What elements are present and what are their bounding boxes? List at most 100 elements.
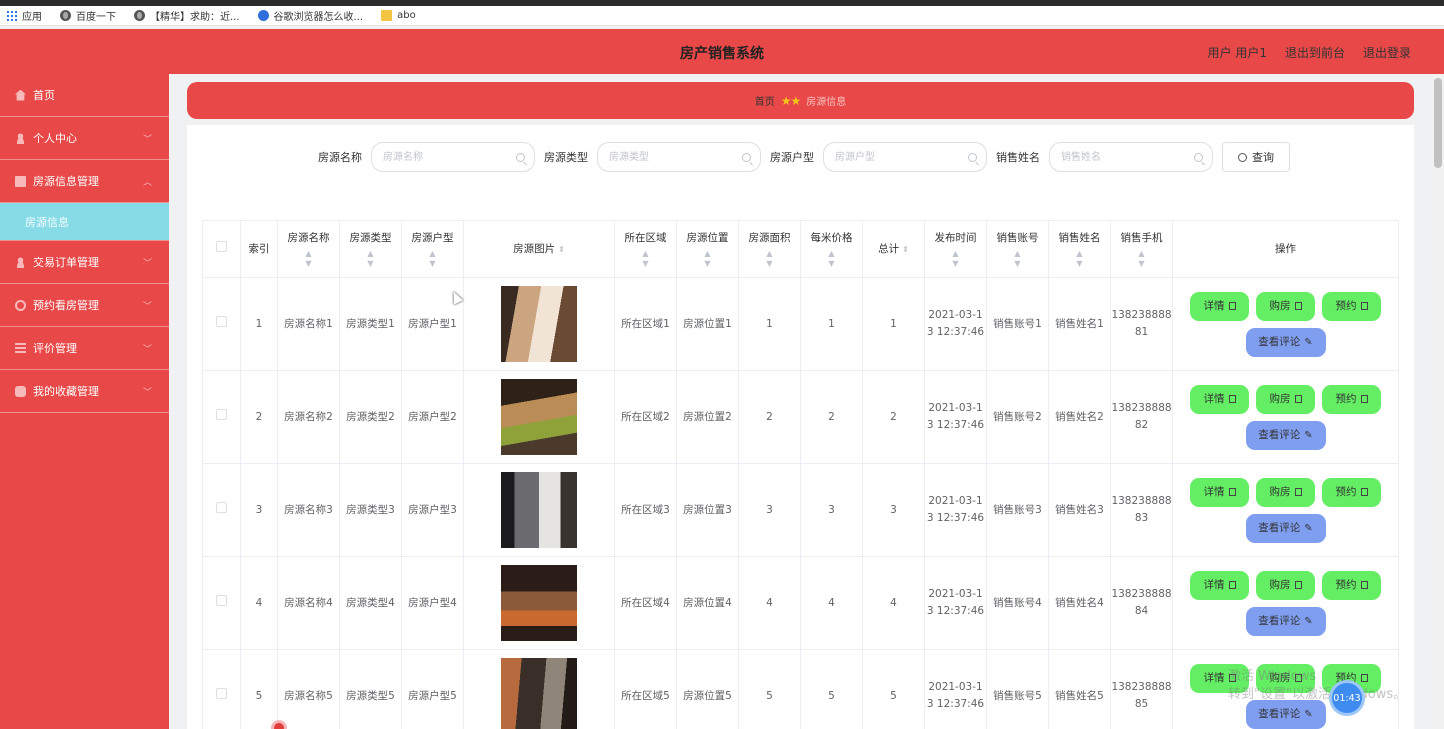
header-size[interactable]: 房源面积 ▲ ▼ <box>738 220 801 278</box>
sort-icon[interactable]: ▲ ▼ <box>1111 249 1172 269</box>
sort-icon[interactable]: ▲ ▼ <box>278 249 339 269</box>
cell-account: 销售账号5 <box>986 649 1049 729</box>
header-total[interactable]: 总计 ⬍ <box>862 220 925 278</box>
checkbox[interactable] <box>216 594 227 606</box>
header-location[interactable]: 房源位置 ▲ ▼ <box>676 220 739 278</box>
view-comments-button[interactable]: 查看评论 ✎ <box>1245 420 1326 450</box>
table-row[interactable]: 3 房源名称3 房源类型3 房源户型3 所在区域3 房源位置3 3 3 3 2021-03-13 … <box>202 463 1399 557</box>
cell-location: 房源位置4 <box>676 556 739 650</box>
sort-icon[interactable]: ▲ ▼ <box>925 249 986 269</box>
search-input-name[interactable] <box>372 143 512 171</box>
reserve-button[interactable]: 预约 <box>1322 384 1381 414</box>
query-button[interactable]: 查询 <box>1222 142 1290 172</box>
sort-icon[interactable]: ▲ ▼ <box>987 249 1048 269</box>
search-input-seller[interactable] <box>1050 143 1190 171</box>
table-row[interactable]: 1 房源名称1 房源类型1 房源户型1 所在区域1 房源位置1 1 1 1 2021-03-13 … <box>202 277 1399 371</box>
back-to-front-link[interactable]: 退出到前台 <box>1285 44 1345 61</box>
row-actions: 详情 购房 预约查看评论 ✎ <box>1186 570 1386 636</box>
globe-icon <box>134 10 145 21</box>
sort-icon[interactable]: ▲ ▼ <box>677 249 738 269</box>
bookmark-abo[interactable]: abo <box>381 10 416 21</box>
sort-icon[interactable]: ▲ ▼ <box>615 249 676 269</box>
header-area[interactable]: 所在区域 ▲ ▼ <box>614 220 677 278</box>
recording-timer[interactable]: 01:43 <box>1329 680 1365 716</box>
row-select[interactable] <box>202 463 241 557</box>
sort-icon[interactable]: ▲ ▼ <box>1049 249 1110 269</box>
search-input-layout[interactable] <box>824 143 964 171</box>
scrollbar-thumb[interactable] <box>1434 78 1442 168</box>
buy-button[interactable]: 购房 <box>1256 570 1315 600</box>
header-type[interactable]: 房源类型 ▲ ▼ <box>339 220 402 278</box>
sort-icon[interactable]: ▲ ▼ <box>340 249 401 269</box>
listing-photo[interactable] <box>501 658 577 729</box>
logout-link[interactable]: 退出登录 <box>1363 44 1411 61</box>
checkbox[interactable] <box>216 315 227 327</box>
detail-button[interactable]: 详情 <box>1190 291 1249 321</box>
row-select[interactable] <box>202 277 241 371</box>
view-comments-button[interactable]: 查看评论 ✎ <box>1245 606 1326 636</box>
listing-photo[interactable] <box>501 472 577 548</box>
view-comments-button[interactable]: 查看评论 ✎ <box>1245 327 1326 357</box>
row-select[interactable] <box>202 370 241 464</box>
sidebar-item-orders[interactable]: 交易订单管理 ﹀ <box>0 241 169 284</box>
sort-icon[interactable]: ▲ ▼ <box>739 249 800 269</box>
header-price[interactable]: 每米价格 ▲ ▼ <box>800 220 863 278</box>
buy-button[interactable]: 购房 <box>1256 384 1315 414</box>
sort-icon[interactable]: ⬍ <box>558 245 565 254</box>
search-input-type[interactable] <box>598 143 738 171</box>
header-time[interactable]: 发布时间 ▲ ▼ <box>924 220 987 278</box>
table-header-row: 索引 房源名称 ▲ ▼ 房源类型 ▲ ▼ 房源户型 ▲ ▼ 房源图片 ⬍ 所在区域 ▲ ▼ 房源位… <box>202 220 1399 278</box>
listing-photo[interactable] <box>501 286 577 362</box>
scrollbar[interactable] <box>1432 74 1444 729</box>
sidebar-item-profile[interactable]: 个人中心 ﹀ <box>0 117 169 160</box>
row-select[interactable] <box>202 556 241 650</box>
table-row[interactable]: 4 房源名称4 房源类型4 房源户型4 所在区域4 房源位置4 4 4 4 2021-03-13 … <box>202 556 1399 650</box>
table-row[interactable]: 2 房源名称2 房源类型2 房源户型2 所在区域2 房源位置2 2 2 2 2021-03-13 … <box>202 370 1399 464</box>
sort-icon[interactable]: ▲ ▼ <box>801 249 862 269</box>
sidebar-item-favorites[interactable]: 我的收藏管理 ﹀ <box>0 370 169 413</box>
sidebar-item-viewings[interactable]: 预约看房管理 ﹀ <box>0 284 169 327</box>
bookmark-help[interactable]: 【精华】求助：近... <box>134 8 240 23</box>
header-phone[interactable]: 销售手机 ▲ ▼ <box>1110 220 1173 278</box>
detail-button[interactable]: 详情 <box>1190 384 1249 414</box>
header-select-all[interactable] <box>202 220 241 278</box>
checkbox[interactable] <box>216 501 227 513</box>
cell-time: 2021-03-13 12:37:46 <box>924 277 987 371</box>
search-field-name <box>371 142 535 172</box>
checkbox[interactable] <box>216 240 227 252</box>
cell-seller: 销售姓名2 <box>1048 370 1111 464</box>
bookmark-apps[interactable]: 应用 <box>6 8 42 23</box>
view-comments-button[interactable]: 查看评论 ✎ <box>1245 513 1326 543</box>
bookmark-chrome[interactable]: 谷歌浏览器怎么收... <box>257 8 363 23</box>
detail-button[interactable]: 详情 <box>1190 570 1249 600</box>
reserve-button[interactable]: 预约 <box>1322 477 1381 507</box>
reserve-button[interactable]: 预约 <box>1322 570 1381 600</box>
sidebar-item-reviews[interactable]: 评价管理 ﹀ <box>0 327 169 370</box>
sidebar-subitem-listing-info[interactable]: 房源信息 <box>0 203 169 241</box>
checkbox[interactable] <box>216 408 227 420</box>
reserve-button[interactable]: 预约 <box>1322 291 1381 321</box>
bookmark-baidu[interactable]: 百度一下 <box>60 8 116 23</box>
listing-photo[interactable] <box>501 379 577 455</box>
detail-button[interactable]: 详情 <box>1190 477 1249 507</box>
row-select[interactable] <box>202 649 241 729</box>
header-seller[interactable]: 销售姓名 ▲ ▼ <box>1048 220 1111 278</box>
buy-button[interactable]: 购房 <box>1256 477 1315 507</box>
cell-layout: 房源户型3 <box>401 463 464 557</box>
header-name[interactable]: 房源名称 ▲ ▼ <box>277 220 340 278</box>
header-photo[interactable]: 房源图片 ⬍ <box>463 220 615 278</box>
sort-icon[interactable]: ▲ ▼ <box>402 249 463 269</box>
sidebar-item-home[interactable]: 首页 <box>0 74 169 117</box>
breadcrumb-home[interactable]: 首页 <box>755 93 775 108</box>
cell-account: 销售账号2 <box>986 370 1049 464</box>
sidebar-item-listings[interactable]: 房源信息管理 ︿ <box>0 160 169 203</box>
checkbox[interactable] <box>216 687 227 699</box>
buy-button[interactable]: 购房 <box>1256 291 1315 321</box>
record-button-icon[interactable] <box>271 720 287 729</box>
listing-photo[interactable] <box>501 565 577 641</box>
header-layout[interactable]: 房源户型 ▲ ▼ <box>401 220 464 278</box>
header-account[interactable]: 销售账号 ▲ ▼ <box>986 220 1049 278</box>
cell-seller: 销售姓名5 <box>1048 649 1111 729</box>
table-row[interactable]: 5 房源名称5 房源类型5 房源户型5 所在区域5 房源位置5 5 5 5 2021-03-13 … <box>202 649 1399 729</box>
sort-icon[interactable]: ⬍ <box>902 245 909 254</box>
